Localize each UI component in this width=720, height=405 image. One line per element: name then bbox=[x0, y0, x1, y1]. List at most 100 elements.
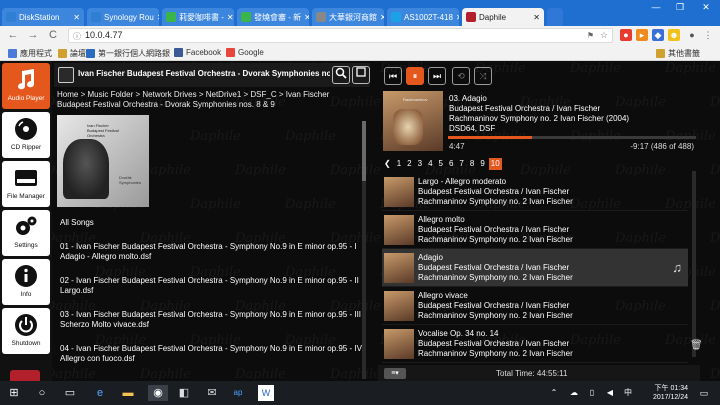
back-button[interactable]: ← bbox=[6, 28, 20, 42]
mail-icon[interactable]: ✉ bbox=[204, 385, 220, 401]
pager-page-button[interactable]: 1 bbox=[395, 158, 403, 170]
reload-button[interactable]: C bbox=[46, 28, 60, 42]
info-icon[interactable]: ⓘ bbox=[73, 30, 81, 43]
tab-close-icon[interactable]: ✕ bbox=[377, 13, 384, 22]
breadcrumb[interactable]: Home > Music Folder > Network Drives > N… bbox=[57, 90, 365, 110]
sidebar-item-file-manager[interactable]: File Manager bbox=[2, 161, 50, 207]
extension-icon[interactable]: ● bbox=[620, 29, 632, 41]
pager-prev-button[interactable]: ❮ bbox=[382, 158, 393, 170]
tab-close-icon[interactable]: ✕ bbox=[154, 13, 159, 22]
browser-tab[interactable]: AS1002T-418✕ bbox=[387, 8, 459, 26]
volume-icon[interactable]: ◀ bbox=[602, 385, 618, 401]
clock[interactable]: 下午 01:34 2017/12/24 bbox=[640, 384, 688, 402]
tab-close-icon[interactable]: ✕ bbox=[301, 13, 309, 22]
progress-bar[interactable] bbox=[448, 136, 696, 139]
tab-favicon-icon bbox=[241, 12, 251, 22]
file-explorer-icon[interactable]: ▬ bbox=[120, 385, 136, 401]
pager-page-button[interactable]: 9 bbox=[478, 158, 486, 170]
pager-page-button[interactable]: 4 bbox=[426, 158, 434, 170]
bookmark-forum[interactable]: 論壇 bbox=[58, 48, 86, 59]
queue-row[interactable]: Largo - Allegro moderato Budapest Festiva… bbox=[382, 173, 688, 211]
windows-start-icon[interactable]: ⊞ bbox=[6, 385, 22, 401]
trash-icon[interactable]: 🗑 bbox=[690, 340, 703, 351]
bookmark-google[interactable]: Google bbox=[226, 48, 264, 57]
pager-page-button[interactable]: 6 bbox=[447, 158, 455, 170]
track-item[interactable]: 03 - Ivan Fischer Budapest Festival Orch… bbox=[60, 310, 366, 330]
pause-button[interactable]: ⏸ bbox=[406, 67, 424, 85]
scrollbar-thumb[interactable] bbox=[362, 121, 366, 181]
maximize-button[interactable]: ❐ bbox=[668, 0, 692, 14]
extension-icon[interactable]: ☻ bbox=[668, 29, 680, 41]
next-button[interactable]: ⏭ bbox=[428, 67, 446, 85]
bookmark-facebook[interactable]: Facebook bbox=[174, 48, 221, 57]
search-button[interactable] bbox=[332, 66, 350, 84]
sidebar-item-daphile[interactable] bbox=[10, 370, 40, 381]
extension-icon[interactable]: ◆ bbox=[652, 29, 664, 41]
bookmark-apps[interactable]: 應用程式 bbox=[8, 48, 52, 59]
queue-pager: ❮ 1 2 3 4 5 6 7 8 9 10 bbox=[382, 158, 504, 170]
close-window-button[interactable]: ✕ bbox=[694, 0, 718, 14]
repeat-button[interactable]: ⟲ bbox=[452, 67, 470, 85]
chrome-icon[interactable]: ◉ bbox=[148, 385, 168, 401]
track-item[interactable]: 01 - Ivan Fischer Budapest Festival Orch… bbox=[60, 242, 366, 262]
browser-tab-active[interactable]: Daphile ✕ bbox=[462, 8, 544, 26]
sidebar-item-audio-player[interactable]: Audio Player bbox=[2, 63, 50, 109]
select-mode-button[interactable] bbox=[352, 66, 370, 84]
browser-tab[interactable]: 大華銀河商館 ✕ bbox=[312, 8, 384, 26]
pager-page-button[interactable]: 5 bbox=[437, 158, 445, 170]
queue-row[interactable]: Adagio Budapest Festival Orchestra / Ivan… bbox=[382, 249, 688, 287]
queue-row[interactable]: Allegro vivace Budapest Festival Orchestr… bbox=[382, 287, 688, 325]
pager-page-button[interactable]: 10 bbox=[488, 158, 502, 170]
minimize-button[interactable]: — bbox=[644, 0, 668, 14]
new-tab-button[interactable] bbox=[547, 8, 563, 26]
translate-icon[interactable]: ⚑ bbox=[587, 29, 594, 42]
shuffle-button[interactable]: ⤨ bbox=[474, 67, 492, 85]
tab-close-icon[interactable]: ✕ bbox=[70, 13, 80, 22]
profile-icon[interactable]: ● bbox=[686, 29, 698, 41]
address-bar[interactable]: ⓘ 10.0.4.77 ⚑ ☆ bbox=[68, 28, 613, 43]
now-playing-format: DSD64, DSF bbox=[449, 124, 496, 133]
tab-close-icon[interactable]: ✕ bbox=[453, 13, 459, 22]
queue-row[interactable]: Vocalise Op. 34 no. 14 Budapest Festival … bbox=[382, 325, 688, 363]
album-cover[interactable]: Ivan Fischer Budapest Festival Orchestra… bbox=[57, 115, 149, 207]
onedrive-icon[interactable]: ☁ bbox=[566, 385, 582, 401]
store-icon[interactable]: ◧ bbox=[176, 385, 192, 401]
tab-close-icon[interactable]: ✕ bbox=[224, 13, 234, 22]
queue-scrollbar[interactable] bbox=[692, 171, 696, 357]
ime-indicator[interactable]: 中 bbox=[620, 385, 636, 401]
queue-menu-button[interactable]: ≡▾ bbox=[384, 368, 406, 379]
network-icon[interactable]: ▯ bbox=[584, 385, 600, 401]
pager-page-button[interactable]: 8 bbox=[468, 158, 476, 170]
word-icon[interactable]: W bbox=[258, 385, 274, 401]
browser-tab[interactable]: 發燒會審 - 新 ✕ bbox=[237, 8, 309, 26]
pager-page-button[interactable]: 2 bbox=[405, 158, 413, 170]
app-icon[interactable]: ap bbox=[230, 385, 246, 401]
sidebar-item-info[interactable]: Info bbox=[2, 259, 50, 305]
previous-button[interactable]: ⏮ bbox=[384, 67, 402, 85]
bookmark-bank[interactable]: 第一銀行個人網路銀 bbox=[86, 48, 170, 59]
sidebar-item-settings[interactable]: Settings bbox=[2, 210, 50, 256]
browse-scrollbar[interactable] bbox=[362, 121, 366, 379]
queue-text: Largo - Allegro moderato Budapest Festiva… bbox=[418, 177, 668, 207]
notification-icon[interactable]: ▭ bbox=[696, 385, 712, 401]
extension-icon[interactable]: ▸ bbox=[636, 29, 648, 41]
forward-button[interactable]: → bbox=[26, 28, 40, 42]
browser-tab[interactable]: 莉愛咖啡書 - ✕ bbox=[162, 8, 234, 26]
browser-tab[interactable]: DiskStation ✕ bbox=[2, 8, 84, 26]
pager-page-button[interactable]: 7 bbox=[457, 158, 465, 170]
sidebar-item-shutdown[interactable]: Shutdown bbox=[2, 308, 50, 354]
search-icon[interactable]: ○ bbox=[34, 385, 50, 401]
people-icon[interactable]: ⌃ bbox=[546, 385, 562, 401]
track-item[interactable]: 02 - Ivan Fischer Budapest Festival Orch… bbox=[60, 276, 366, 296]
browser-tab[interactable]: Synology Rou✕ bbox=[87, 8, 159, 26]
queue-row[interactable]: Allegro molto Budapest Festival Orchestra… bbox=[382, 211, 688, 249]
task-view-icon[interactable]: ▭ bbox=[62, 385, 78, 401]
bookmark-other[interactable]: 其他書籤 bbox=[656, 48, 700, 59]
sidebar-item-cd-ripper[interactable]: CD Ripper bbox=[2, 112, 50, 158]
edge-icon[interactable]: e bbox=[92, 385, 108, 401]
tab-close-icon[interactable]: ✕ bbox=[530, 13, 540, 22]
track-item[interactable]: 04 - Ivan Fischer Budapest Festival Orch… bbox=[60, 344, 366, 364]
menu-dots-icon[interactable]: ⋮ bbox=[702, 29, 714, 41]
bookmark-star-icon[interactable]: ☆ bbox=[600, 29, 608, 42]
pager-page-button[interactable]: 3 bbox=[416, 158, 424, 170]
